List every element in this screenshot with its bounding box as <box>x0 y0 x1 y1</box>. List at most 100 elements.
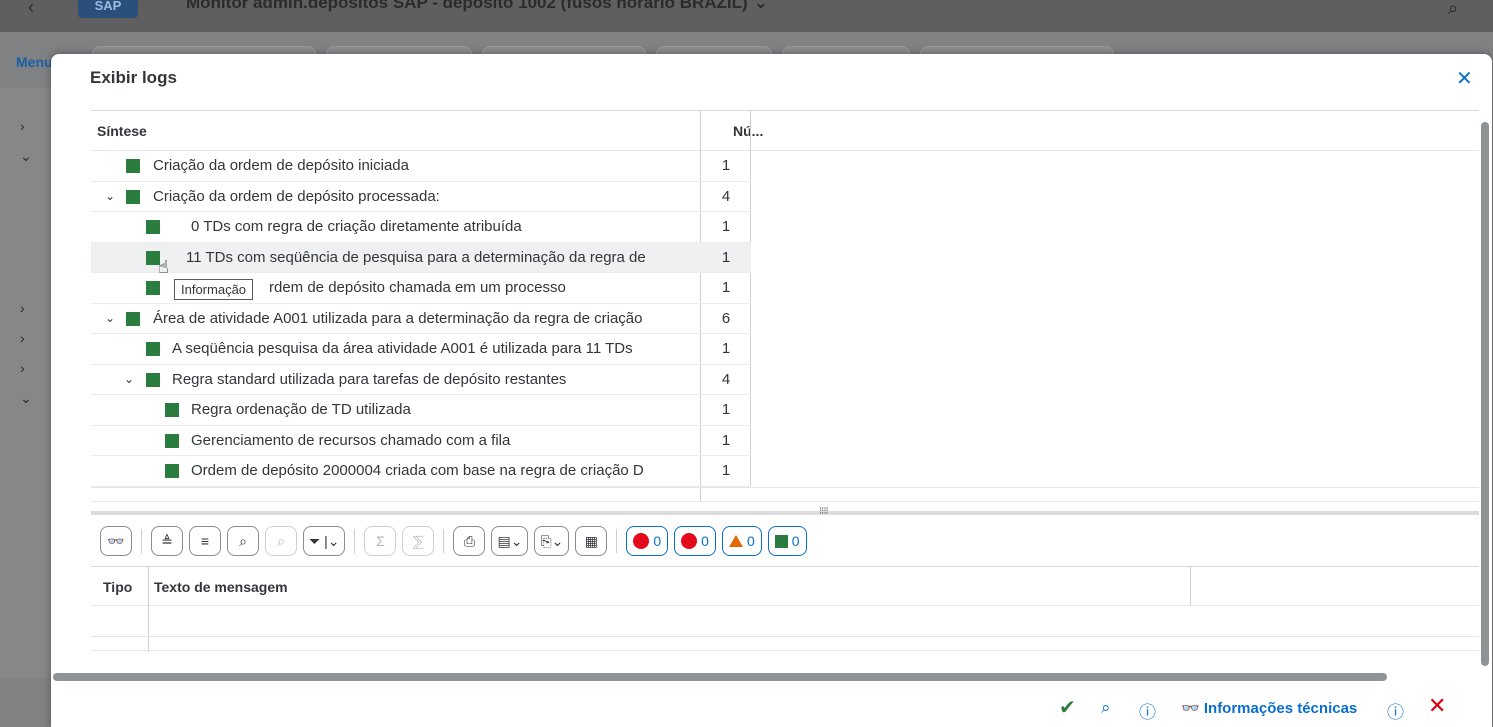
zoom-icon[interactable]: ⌕ <box>1101 698 1111 718</box>
back-icon[interactable]: ‹ <box>28 0 34 16</box>
error-icon <box>681 533 698 549</box>
find-next-button[interactable]: ⌕ <box>265 526 297 556</box>
sort-ascending-icon: ≜ <box>161 532 173 549</box>
warning-filter-button[interactable]: 0 <box>721 526 762 556</box>
find-button[interactable]: ⌕ <box>227 526 259 556</box>
toolbar-separator <box>354 529 356 553</box>
cancel-icon[interactable]: ✕ <box>1428 693 1446 719</box>
success-status-icon[interactable] <box>126 189 140 204</box>
row-text: 0 TDs com regra de criação diretamente a… <box>191 218 522 235</box>
log-tree-table: Síntese Nú... Criação da ordem de depósi… <box>91 110 1479 558</box>
row-count: 1 <box>721 462 731 479</box>
expand-icon: › <box>20 118 25 134</box>
success-status-icon[interactable] <box>165 464 179 478</box>
print-button[interactable]: ⎙ <box>453 526 486 556</box>
collapse-icon[interactable]: ⌄ <box>103 311 117 325</box>
message-table-header: Tipo Texto de mensagem <box>91 566 1479 606</box>
success-status-icon[interactable] <box>146 342 160 356</box>
sort-descending-button[interactable]: ≡ <box>189 526 221 556</box>
success-status-icon[interactable] <box>126 311 140 326</box>
row-text: 11 TDs com seqüência de pesquisa para a … <box>186 248 646 266</box>
dialog-footer: ✔ ⌕ ⓘ 👓 Informações técnicas ⓘ ✕ <box>51 690 1492 727</box>
success-status-icon[interactable] <box>146 220 160 234</box>
chevron-down-icon: ⌄ <box>551 532 564 549</box>
tree-row[interactable]: ⌄ Área de atividade A001 utilizada para … <box>91 304 751 334</box>
menu-button[interactable]: Menu <box>16 54 53 70</box>
filter-button[interactable]: ⏷ | ⌄ <box>303 526 346 556</box>
tree-row[interactable]: Criação da ordem de depósito iniciada 1 <box>91 151 751 182</box>
success-status-icon[interactable] <box>165 403 179 417</box>
close-icon[interactable]: ✕ <box>1456 66 1473 91</box>
glasses-icon: 👓 <box>107 532 125 549</box>
row-count: 1 <box>721 279 731 296</box>
success-status-icon[interactable] <box>126 159 140 173</box>
tooltip: Informação <box>174 279 254 300</box>
sum-button[interactable]: Σ <box>364 526 397 556</box>
collapse-icon[interactable]: ⌄ <box>122 372 136 386</box>
row-count: 1 <box>721 431 731 449</box>
expand-icon: › <box>20 360 25 376</box>
row-divider <box>91 636 1479 637</box>
splitter-grip-icon[interactable]: ⁝⁝⁝⁝ <box>819 506 829 517</box>
success-filter-button[interactable]: 0 <box>767 526 807 556</box>
tree-row[interactable]: Ordem de depósito 2000004 criada com bas… <box>91 456 751 487</box>
export-button[interactable]: ⎘ ⌄ <box>534 526 570 556</box>
tree-row[interactable]: Gerenciamento de recursos chamado com a … <box>91 426 751 456</box>
dialog-header: Exibir logs ✕ <box>51 54 1492 104</box>
toolbar-separator <box>443 529 445 553</box>
sort-descending-icon: ≡ <box>200 533 210 549</box>
technical-info-button[interactable]: 👓 Informações técnicas <box>1181 699 1357 717</box>
vertical-scrollbar[interactable] <box>1481 122 1489 666</box>
glasses-icon: 👓 <box>1181 700 1200 717</box>
error-filter-button[interactable]: 0 <box>674 526 716 556</box>
subtotal-button[interactable]: ⅀ <box>402 526 435 556</box>
column-header-type[interactable]: Tipo <box>103 579 132 595</box>
tree-header: Síntese Nú... <box>91 111 1479 151</box>
column-header-number[interactable]: Nú... <box>733 123 763 139</box>
row-count: 4 <box>721 370 731 388</box>
column-divider[interactable] <box>148 566 149 652</box>
row-text: Ordem de depósito 2000004 criada com bas… <box>191 462 644 479</box>
tree-row[interactable]: 0 TDs com regra de criação diretamente a… <box>91 212 751 243</box>
success-status-icon[interactable] <box>165 433 179 448</box>
row-divider <box>91 501 1479 502</box>
splitter-bar[interactable] <box>91 511 1479 515</box>
column-divider[interactable] <box>1190 566 1191 606</box>
collapse-icon: ⌄ <box>20 390 32 406</box>
views-button[interactable]: ▤ ⌄ <box>491 526 529 556</box>
expand-icon: › <box>20 330 25 346</box>
tree-row[interactable]: A seqüência pesquisa da área atividade A… <box>91 334 751 365</box>
row-count: 1 <box>721 401 731 418</box>
details-button[interactable]: 👓 <box>100 526 132 556</box>
row-count: 1 <box>721 248 731 266</box>
grid-icon: ▦ <box>584 532 598 549</box>
row-text: rdem de depósito chamada em um processo <box>269 279 566 296</box>
collapse-icon[interactable]: ⌄ <box>103 189 117 203</box>
tree-row[interactable]: ⌄ Regra standard utilizada para tarefas … <box>91 365 751 395</box>
layout-button[interactable]: ▦ <box>575 526 608 556</box>
success-status-icon[interactable] <box>146 281 160 295</box>
shell-title[interactable]: Monitor admin.depósitos SAP - depósito 1… <box>186 0 768 13</box>
tree-row[interactable]: 11 TDs com seqüência de pesquisa para a … <box>91 242 751 273</box>
info-icon[interactable]: ⓘ <box>1387 698 1404 723</box>
row-text: Área de atividade A001 utilizada para a … <box>153 309 643 327</box>
confirm-icon[interactable]: ✔ <box>1059 695 1076 720</box>
background-panel <box>0 88 52 678</box>
row-count: 4 <box>721 187 731 205</box>
horizontal-scrollbar[interactable] <box>53 673 1387 681</box>
stop-filter-button[interactable]: 0 <box>626 526 669 556</box>
stop-icon <box>633 533 650 549</box>
success-icon <box>774 534 788 548</box>
warning-icon <box>728 535 743 547</box>
tree-row[interactable]: ⌄ Criação da ordem de depósito processad… <box>91 182 751 212</box>
search-icon[interactable]: ⌕ <box>1448 0 1458 19</box>
tree-row[interactable]: Regra ordenação de TD utilizada 1 <box>91 395 751 426</box>
column-header-summary[interactable]: Síntese <box>97 123 147 139</box>
sort-ascending-button[interactable]: ≜ <box>151 526 183 556</box>
success-status-icon[interactable] <box>146 372 160 387</box>
column-header-message-text[interactable]: Texto de mensagem <box>154 579 288 595</box>
row-count: 1 <box>721 157 731 174</box>
help-icon[interactable]: ⓘ <box>1139 698 1156 723</box>
sap-logo: SAP <box>78 0 138 18</box>
row-count: 1 <box>721 340 731 357</box>
